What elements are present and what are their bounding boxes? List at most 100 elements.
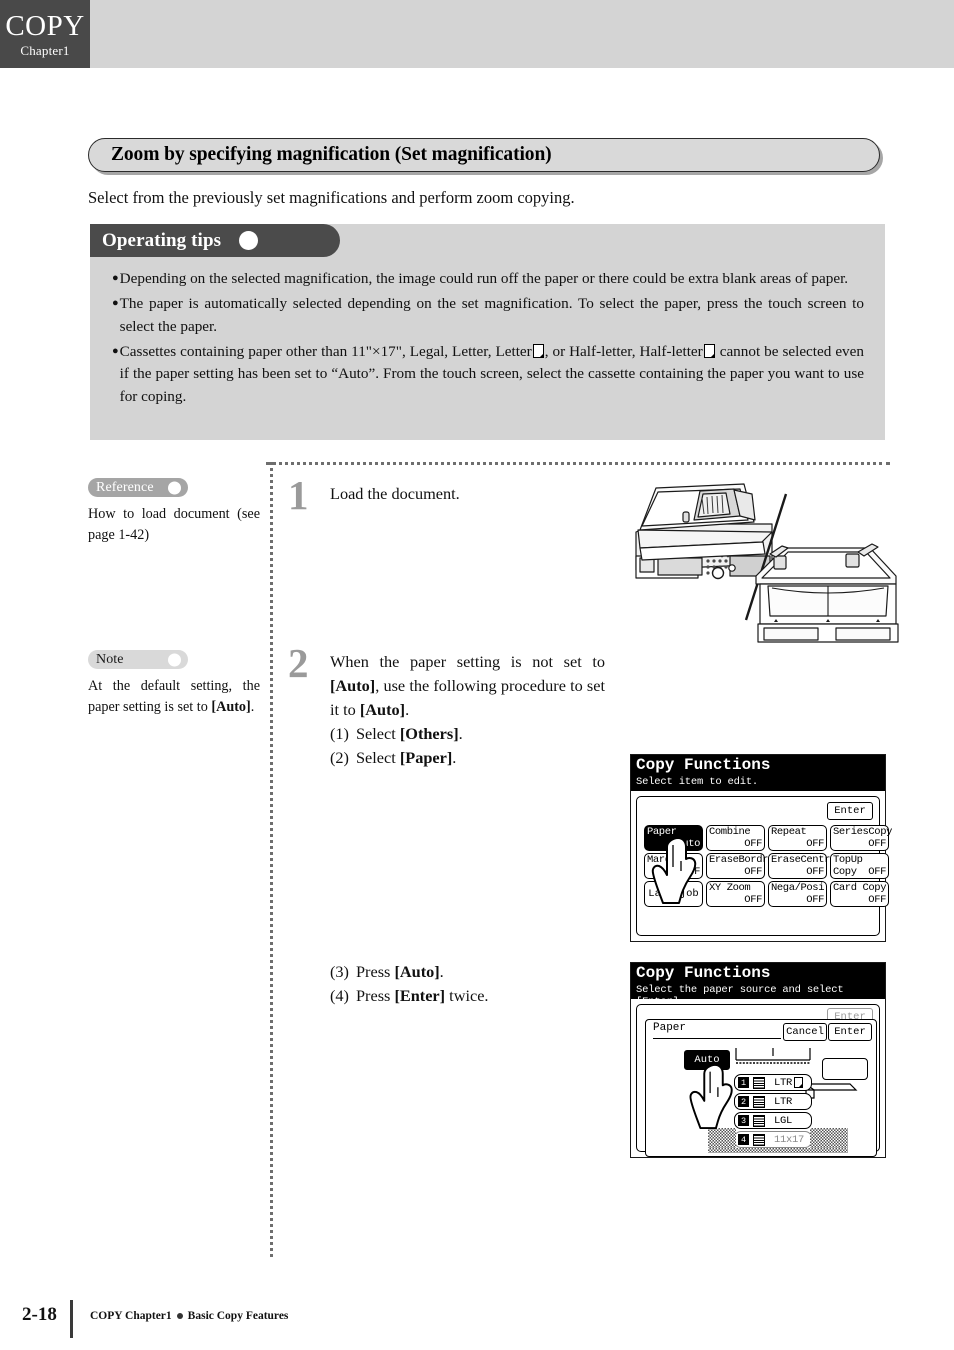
note-text-c: . (250, 699, 255, 716)
lcd2-screen: Enter Paper Cancel Enter Auto 1 LTR 2 LT… (636, 1004, 880, 1157)
lcd1-button-lastjob[interactable]: Last job (644, 881, 703, 907)
tip-text-part-a: Cassettes containing paper other than 11… (119, 343, 532, 361)
substep-2: (2) Select [Paper]. (330, 746, 605, 770)
lcd1-button-cardcopy-value: OFF (868, 894, 886, 906)
substep-1: (1) Select [Others]. (330, 722, 605, 746)
lcd1-button-combine-value: OFF (744, 838, 762, 850)
chapter-tab-subtitle: Chapter1 (20, 42, 70, 58)
paper-dialog-auto-button[interactable]: Auto (684, 1050, 730, 1070)
note-badge-label: Note (96, 651, 124, 667)
lcd1-button-margin[interactable]: Margin OFF (644, 853, 703, 879)
substep-3-number: (3) (330, 962, 349, 981)
lcd1-button-paper-value: Auto (676, 838, 700, 850)
lcd1-button-margin-value: OFF (682, 866, 700, 878)
substep-3-text-a: Press (356, 962, 395, 981)
lcd1-button-negaposi[interactable]: Nega/Posi OFF (768, 881, 827, 907)
tip-text: Depending on the selected magnification,… (119, 270, 849, 287)
lcd1-button-margin-label: Margin (647, 854, 683, 866)
lcd-paper-source: Copy Functions Select the paper source a… (630, 962, 886, 1158)
page-orientation-icon (794, 1077, 804, 1088)
circle-icon (168, 653, 181, 666)
paper-dialog: Paper Cancel Enter Auto 1 LTR 2 LTR 3 LG… (645, 1019, 877, 1157)
tip-text: Cassettes containing paper other than 11… (120, 341, 864, 408)
step-2-text-a: When the paper setting is not set to (330, 652, 605, 671)
lcd1-button-xyzoom[interactable]: XY Zoom OFF (706, 881, 765, 907)
operating-tips-heading: Operating tips (102, 229, 222, 251)
step-2-text: When the paper setting is not set to [Au… (330, 650, 605, 771)
tray-row-3[interactable]: 3 LGL (734, 1112, 812, 1129)
page-orientation-icon (532, 344, 544, 359)
lcd1-subtitle: Select item to edit. (636, 776, 759, 788)
lcd1-screen: Enter Paper Auto Combine OFF Repeat OFF … (636, 796, 892, 936)
lcd1-button-cardcopy-label: Card Copy (833, 882, 887, 894)
tray-row-1[interactable]: 1 LTR (734, 1074, 812, 1091)
substep-1-text: Select [Others]. (356, 722, 463, 746)
step-2-text-b: [Auto] (330, 676, 376, 696)
section-title-pill: Zoom by specifying magnification (Set ma… (88, 138, 880, 172)
lcd2-title: Copy Functions (636, 964, 771, 982)
lcd1-button-combine-label: Combine (709, 826, 751, 838)
lcd1-button-seriescopy[interactable]: SeriesCopy OFF (830, 825, 892, 851)
tray-row-2[interactable]: 2 LTR (734, 1093, 812, 1110)
tray-3-number: 3 (738, 1115, 749, 1126)
chapter-tab-title: COPY (5, 9, 85, 42)
lcd1-button-topupcopy[interactable]: TopUp Copy OFF (830, 853, 889, 879)
step-2-number: 2 (288, 640, 309, 686)
section-lead-text: Select from the previously set magnifica… (88, 188, 575, 207)
reference-badge-label: Reference (96, 479, 154, 495)
tip-item: ● The paper is automatically selected de… (112, 293, 864, 338)
paper-dialog-enter-button[interactable]: Enter (828, 1023, 872, 1041)
tray-1-number: 1 (738, 1077, 749, 1088)
note-badge: Note (88, 650, 188, 669)
tray-row-4[interactable]: 4 11x17 (734, 1131, 812, 1148)
step-2-continued-text: (3) Press [Auto]. (4) Press [Enter] twic… (330, 960, 605, 1008)
substep-1-text-a: Select (356, 724, 400, 744)
paper-dialog-rule (653, 1038, 781, 1039)
substep-4: (4) Press [Enter] twice. (330, 984, 605, 1008)
paper-dialog-auto-label: Auto (694, 1054, 720, 1066)
lcd1-button-topupcopy-value: OFF (868, 866, 886, 878)
substep-2-text-a: Select (356, 748, 400, 768)
bullet-icon (176, 1313, 183, 1319)
disabled-hatch-right (810, 1128, 848, 1150)
substep-4-number: (4) (330, 986, 349, 1006)
bullet-icon: ● (112, 272, 119, 284)
section-title-text: Zoom by specifying magnification (Set ma… (111, 144, 552, 165)
step-1-text: Load the document. (330, 484, 460, 503)
substep-1-text-c: . (458, 724, 463, 744)
lcd1-button-erasecenter-label: EraseCentr (771, 854, 831, 866)
lcd-copy-functions: Copy Functions Select item to edit. Ente… (630, 754, 892, 942)
lcd1-button-erasecenter-value: OFF (806, 866, 824, 878)
bullet-icon: ● (112, 345, 119, 358)
lcd1-button-negaposi-value: OFF (806, 894, 824, 906)
lcd1-button-eraseborder-value: OFF (744, 866, 762, 878)
tray-4-number: 4 (738, 1134, 749, 1145)
lcd1-button-combine[interactable]: Combine OFF (706, 825, 765, 851)
lcd2-title-bar: Copy Functions Select the paper source a… (631, 963, 885, 1008)
chapter-tab: COPY Chapter1 (0, 0, 90, 68)
dotted-divider-vertical (270, 462, 273, 1257)
lcd1-button-repeat-label: Repeat (771, 826, 807, 838)
tray-2-size: LTR (774, 1095, 793, 1108)
step-2-paragraph: When the paper setting is not set to [Au… (330, 650, 605, 722)
substep-2-text-b: [Paper] (399, 748, 453, 768)
substep-1-text-b: [Others] (399, 724, 459, 744)
lcd1-button-repeat[interactable]: Repeat OFF (768, 825, 827, 851)
lcd1-button-xyzoom-label: XY Zoom (709, 882, 751, 894)
note-text-b: [Auto] (211, 699, 251, 716)
footer-chapter: COPY Chapter1 (90, 1310, 172, 1322)
sheet-icon (753, 1076, 765, 1089)
lcd1-button-erasecenter[interactable]: EraseCentr OFF (768, 853, 831, 879)
lcd1-button-paper[interactable]: Paper Auto (644, 825, 703, 851)
lcd1-button-negaposi-label: Nega/Posi (771, 882, 825, 894)
disabled-hatch-left (708, 1128, 736, 1150)
lcd1-button-cardcopy[interactable]: Card Copy OFF (830, 881, 889, 907)
footer-section: Basic Copy Features (187, 1310, 289, 1322)
tip-text: The paper is automatically selected depe… (119, 295, 864, 335)
sheet-icon (753, 1095, 765, 1108)
lcd1-button-eraseborder[interactable]: EraseBordr OFF (706, 853, 768, 879)
substep-4-text-b: [Enter] (394, 986, 446, 1006)
lcd1-enter-button[interactable]: Enter (827, 802, 873, 820)
substep-4-text: Press [Enter] twice. (356, 984, 489, 1008)
paper-dialog-cancel-button[interactable]: Cancel (783, 1023, 827, 1041)
